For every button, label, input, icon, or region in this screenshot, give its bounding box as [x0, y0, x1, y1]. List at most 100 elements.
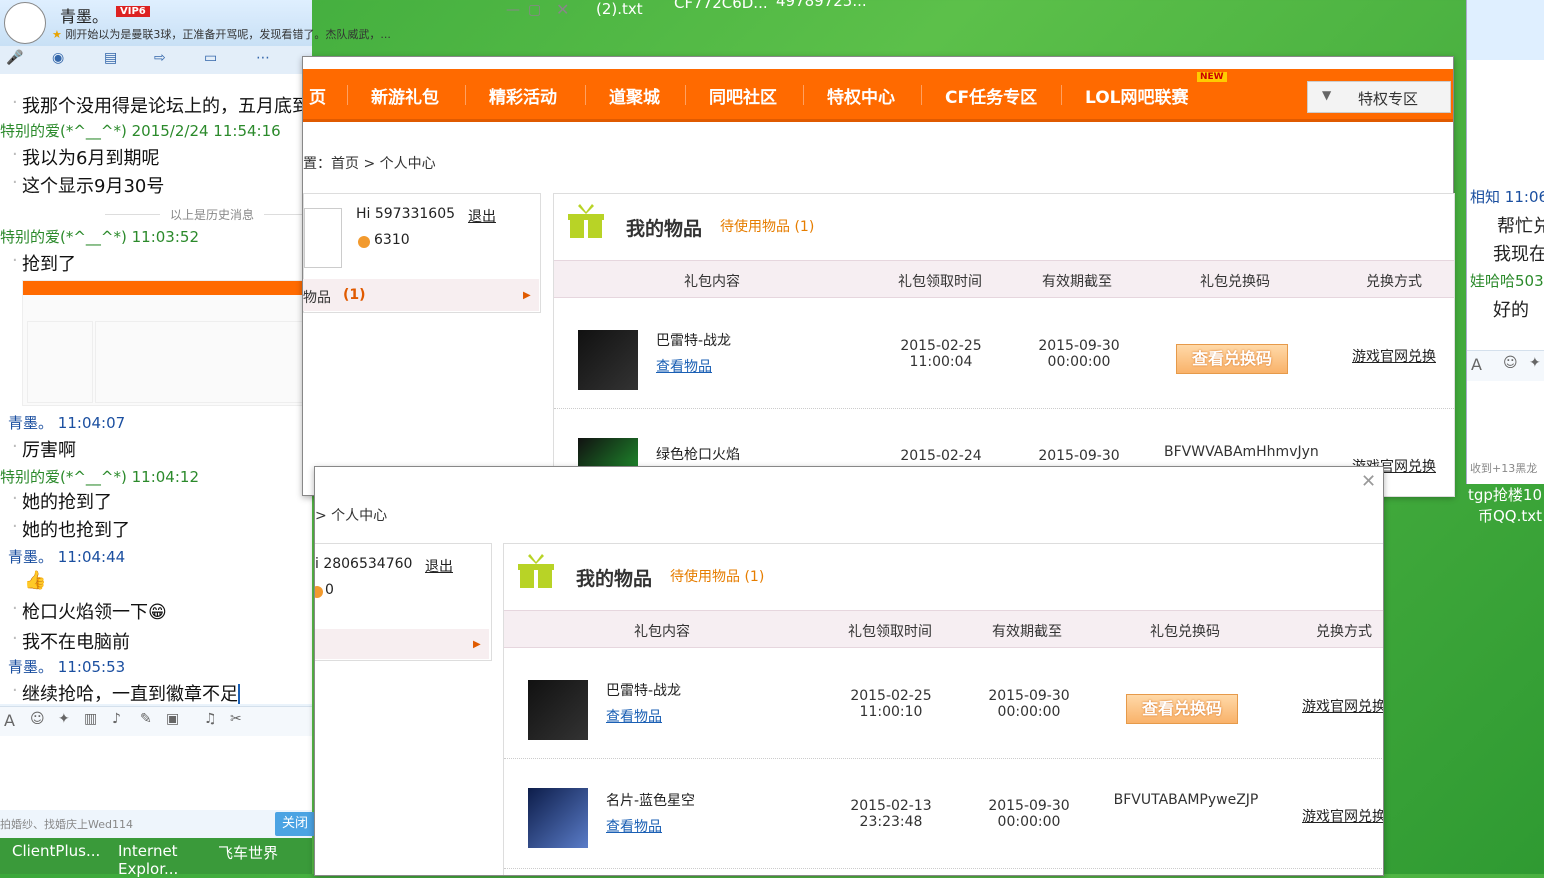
emoji-icon[interactable]: ☺: [30, 711, 45, 727]
points-value: 0: [325, 582, 334, 598]
message-text: 枪口火焰领一下: [22, 602, 148, 623]
logout-link[interactable]: 退出: [468, 206, 496, 226]
chat-footer: 拍婚纱、找婚庆上Wed114: [0, 810, 312, 838]
redeem-link[interactable]: 游戏官网兑换: [1302, 696, 1383, 716]
nav-item-shop[interactable]: 道聚城: [609, 83, 660, 108]
redeem-link[interactable]: 游戏官网兑换: [1302, 806, 1383, 826]
screenshot-thumbnail[interactable]: [22, 280, 312, 406]
claim-time: 2015-02-13 23:23:48: [844, 798, 938, 830]
message-time: 2015/2/24 11:54:16: [131, 122, 281, 140]
view-item-link[interactable]: 查看物品: [656, 356, 712, 376]
message-time: 11:06: [1504, 188, 1544, 206]
chevron-down-icon: ▼: [1322, 88, 1332, 102]
desktop-file[interactable]: (2).txt: [596, 0, 643, 18]
sidebar-item-my-items[interactable]: ▶: [315, 629, 489, 659]
dropdown-label: 特权专区: [1358, 90, 1419, 108]
message-line: 这个显示9月30号: [12, 172, 164, 198]
nav-item-cf-tasks[interactable]: CF任务专区: [945, 83, 1037, 108]
font-icon[interactable]: A: [1471, 355, 1482, 374]
footer-ad[interactable]: 拍婚纱、找婚庆上Wed114: [0, 816, 133, 832]
message-time: 11:04:07: [57, 414, 126, 432]
message-sender: 娃哈哈503: [1470, 272, 1544, 290]
page-title: 我的物品: [626, 218, 703, 240]
nav-separator: [921, 85, 922, 105]
nav-separator: [465, 85, 466, 105]
sender-name: 青墨。: [8, 658, 54, 676]
emoji-icon[interactable]: ☺: [1503, 355, 1518, 371]
scissors-icon[interactable]: ✂: [230, 711, 242, 727]
chevron-right-icon: ▶: [473, 639, 481, 650]
taskbar-item[interactable]: ClientPlus...: [12, 842, 100, 860]
column-header: 礼包兑换码: [1200, 274, 1270, 290]
taskbar-item[interactable]: 飞车世界: [218, 842, 278, 863]
more-icon[interactable]: ⋯: [256, 50, 270, 66]
magic-icon[interactable]: ✦: [58, 711, 70, 727]
taskbar: ClientPlus... Internet Explor... 飞车世界: [0, 838, 312, 878]
message-line: 继续抢哈，一直到徽章不足: [12, 680, 240, 704]
desktop-file[interactable]: 49789725...: [776, 0, 867, 10]
view-item-link[interactable]: 查看物品: [606, 706, 662, 726]
desktop-file[interactable]: CF772C6D...: [674, 0, 768, 12]
pending-items-link[interactable]: 待使用物品 (1): [670, 566, 764, 586]
nav-item-new-games[interactable]: 新游礼包: [371, 83, 439, 108]
breadcrumb: > 个人中心: [315, 508, 388, 524]
star-icon: ★: [52, 28, 62, 41]
expiry-date-text: 2015-09-30: [1038, 338, 1120, 354]
claim-time: 2015-02-25 11:00:04: [894, 338, 988, 370]
magic-icon[interactable]: ✦: [1529, 355, 1541, 371]
font-icon[interactable]: A: [4, 711, 15, 730]
privilege-dropdown[interactable]: ▼ 特权专区: [1307, 81, 1451, 113]
nav-item-privilege[interactable]: 特权中心: [827, 83, 895, 108]
selection-caret: [238, 684, 240, 704]
nav-item-events[interactable]: 精彩活动: [489, 83, 557, 108]
redeem-link[interactable]: 游戏官网兑换: [1352, 346, 1436, 366]
item-thumbnail: [578, 330, 638, 390]
video-icon[interactable]: ◉: [52, 50, 64, 66]
avatar[interactable]: [304, 208, 342, 268]
column-header: 礼包领取时间: [898, 274, 982, 290]
mic-icon[interactable]: 🎤: [6, 50, 23, 66]
message-time: 11:05:53: [57, 658, 126, 676]
message-input[interactable]: [0, 736, 312, 810]
logout-link[interactable]: 退出: [425, 556, 453, 576]
item-name: 巴雷特-战龙: [656, 333, 732, 349]
close-icon[interactable]: ✕: [1361, 471, 1376, 492]
item-name: 名片-蓝色星空: [606, 793, 696, 809]
nav-item-community[interactable]: 同吧社区: [709, 83, 777, 108]
music-icon[interactable]: ♫: [204, 711, 217, 727]
message-line: 抢到了: [12, 250, 76, 276]
view-code-button[interactable]: 查看兑换码: [1176, 344, 1288, 374]
edit-icon[interactable]: ✎: [140, 711, 152, 727]
sender-name: 特别的爱(*^__^*): [0, 468, 127, 486]
desktop-file-label[interactable]: tgp抢楼10 币QQ.txt: [1466, 484, 1544, 526]
avatar[interactable]: [4, 2, 46, 44]
minimize-icon[interactable]: —: [506, 2, 520, 18]
page-title: 我的物品: [576, 568, 653, 590]
nav-separator: [585, 85, 586, 105]
close-button[interactable]: 关闭: [275, 812, 315, 836]
status-text: ★ 刚开始以为是曼联3球，正准备开骂呢，发现看错了。杰队威武，...: [52, 26, 422, 42]
nav-item-home[interactable]: 页: [309, 83, 326, 108]
vip-badge: VIP6: [116, 6, 150, 17]
taskbar-item[interactable]: Internet Explor...: [118, 842, 208, 878]
expiry-time: 2015-09-30: [1038, 448, 1120, 464]
pending-items-link[interactable]: 待使用物品 (1): [720, 216, 814, 236]
status-message: 刚开始以为是曼联3球，正准备开骂呢，发现看错了。杰队威武，...: [65, 28, 391, 41]
image-icon[interactable]: ▣: [166, 711, 179, 727]
close-icon[interactable]: ✕: [556, 0, 569, 19]
claim-time: 2015-02-24: [900, 448, 982, 464]
vibrate-icon[interactable]: ▥: [84, 711, 97, 727]
sidebar-item-my-items[interactable]: 物品 (1) ▶: [303, 279, 539, 311]
file-icon[interactable]: ⇨: [154, 50, 166, 66]
view-code-button[interactable]: 查看兑换码: [1126, 694, 1238, 724]
view-item-link[interactable]: 查看物品: [606, 816, 662, 836]
edit-toolbar: A ☺ ✦: [1467, 350, 1544, 381]
maximize-icon[interactable]: ▢: [528, 2, 541, 18]
nav-item-lol-league[interactable]: LOL网吧联赛: [1085, 83, 1189, 108]
message-line: 枪口火焰领一下😁: [12, 598, 167, 624]
coin-icon: [358, 236, 370, 248]
screen-icon[interactable]: ▭: [204, 50, 217, 66]
share-icon[interactable]: ▤: [104, 50, 117, 66]
voice-icon[interactable]: ♪: [112, 711, 121, 727]
message-line: 我不在电脑前: [12, 628, 130, 654]
